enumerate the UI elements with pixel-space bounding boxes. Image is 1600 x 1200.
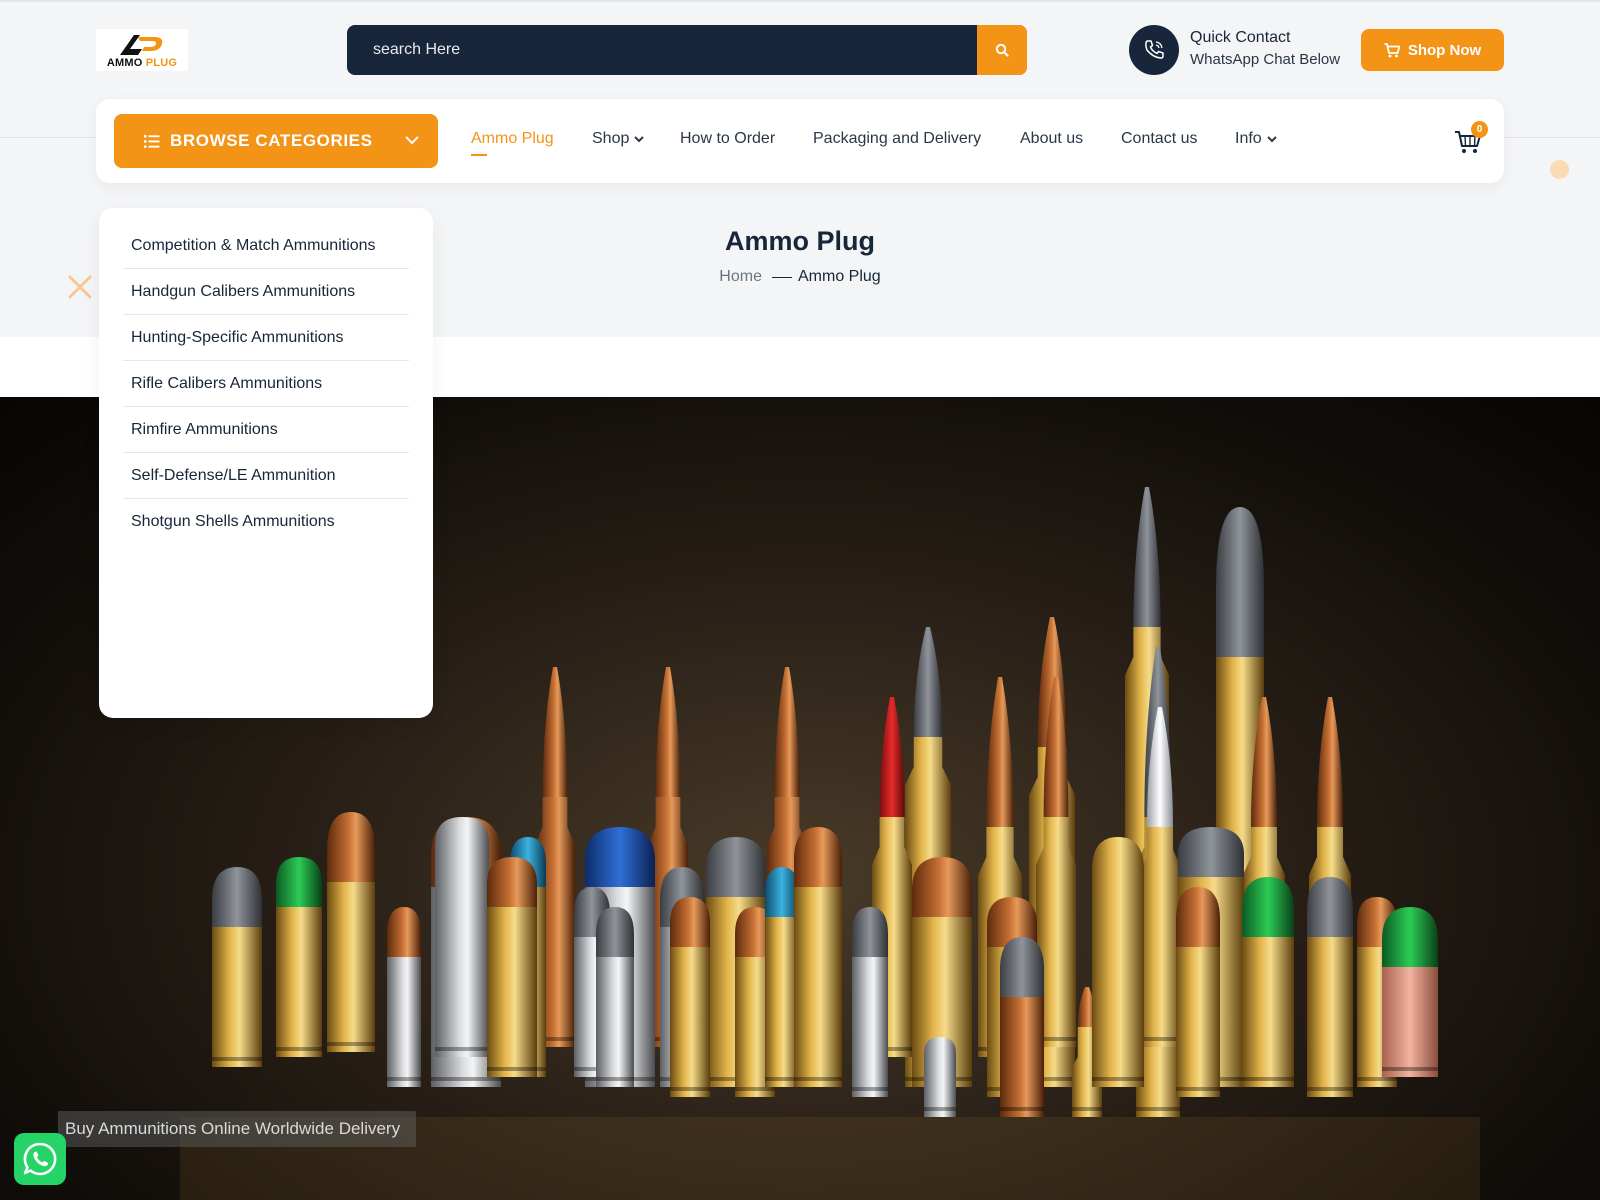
cartridge bbox=[794, 827, 842, 1087]
hero-caption: Buy Ammunitions Online Worldwide Deliver… bbox=[58, 1111, 417, 1147]
category-item[interactable]: Handgun Calibers Ammunitions bbox=[123, 269, 409, 315]
breadcrumb-home-link[interactable]: Home bbox=[719, 268, 762, 286]
nav-ammo-plug[interactable]: Ammo Plug bbox=[471, 130, 554, 156]
search-button[interactable] bbox=[977, 25, 1027, 75]
cartridge bbox=[765, 867, 799, 1087]
nav-label: Packaging and Delivery bbox=[813, 130, 982, 147]
whatsapp-button[interactable] bbox=[14, 1133, 66, 1185]
category-item[interactable]: Rimfire Ammunitions bbox=[123, 407, 409, 453]
search-icon bbox=[995, 43, 1009, 57]
category-item[interactable]: Hunting-Specific Ammunitions bbox=[123, 315, 409, 361]
nav-shop[interactable]: Shop bbox=[592, 130, 645, 148]
whatsapp-icon bbox=[23, 1142, 57, 1176]
quick-contact-subtitle: WhatsApp Chat Below bbox=[1190, 51, 1341, 68]
cartridge bbox=[212, 867, 262, 1067]
browse-categories-label: BROWSE CATEGORIES bbox=[170, 131, 373, 150]
site-logo[interactable]: AMMO PLUG bbox=[96, 29, 188, 71]
cartridge bbox=[276, 857, 322, 1057]
category-item[interactable]: Shotgun Shells Ammunitions bbox=[123, 499, 409, 545]
main-navbar: BROWSE CATEGORIES Ammo Plug Shop How to … bbox=[96, 99, 1504, 183]
nav-packaging-delivery[interactable]: Packaging and Delivery bbox=[813, 130, 981, 148]
chevron-down-icon bbox=[405, 136, 419, 145]
cartridge bbox=[387, 907, 421, 1087]
top-border bbox=[0, 0, 1600, 2]
logo-word-plug: PLUG bbox=[145, 57, 178, 69]
cart-count-badge: 0 bbox=[1471, 121, 1488, 138]
quick-contact-button[interactable] bbox=[1129, 25, 1179, 75]
decorative-dot bbox=[1550, 160, 1569, 179]
search-bar bbox=[347, 25, 1027, 75]
chevron-down-icon bbox=[634, 136, 645, 143]
chevron-down-icon bbox=[1266, 136, 1277, 143]
breadcrumb-current: Ammo Plug bbox=[797, 268, 881, 285]
cartridge bbox=[327, 812, 375, 1052]
categories-dropdown: Competition & Match Ammunitions Handgun … bbox=[99, 208, 433, 718]
cartridge bbox=[1000, 937, 1044, 1117]
cart-icon bbox=[1384, 42, 1400, 57]
nav-contact-us[interactable]: Contact us bbox=[1121, 130, 1197, 148]
quick-contact-title: Quick Contact bbox=[1190, 29, 1291, 46]
category-item[interactable]: Self-Defense/LE Ammunition bbox=[123, 453, 409, 499]
cartridge bbox=[1382, 907, 1438, 1077]
category-item[interactable]: Rifle Calibers Ammunitions bbox=[123, 361, 409, 407]
browse-categories-button[interactable]: BROWSE CATEGORIES bbox=[114, 114, 438, 168]
cartridge bbox=[1307, 877, 1353, 1097]
shop-now-label: Shop Now bbox=[1407, 41, 1482, 59]
cartridge bbox=[1092, 837, 1144, 1087]
nav-label: Info bbox=[1235, 130, 1262, 147]
phone-icon bbox=[1145, 40, 1164, 59]
cartridge bbox=[1242, 877, 1294, 1087]
breadcrumb-separator bbox=[771, 276, 792, 278]
search-input[interactable] bbox=[347, 25, 977, 75]
shop-now-button[interactable]: Shop Now bbox=[1361, 29, 1504, 71]
cartridge bbox=[670, 897, 710, 1097]
cartridge bbox=[596, 907, 634, 1087]
cartridge bbox=[852, 907, 888, 1097]
cartridge bbox=[435, 817, 489, 1057]
nav-about-us[interactable]: About us bbox=[1020, 130, 1083, 148]
cartridge bbox=[924, 1037, 956, 1117]
nav-label: Shop bbox=[592, 130, 630, 147]
nav-info[interactable]: Info bbox=[1235, 130, 1278, 148]
category-item[interactable]: Competition & Match Ammunitions bbox=[123, 223, 409, 269]
cartridge bbox=[487, 857, 537, 1077]
cartridge bbox=[1176, 887, 1220, 1097]
nav-label: Ammo Plug bbox=[471, 130, 554, 147]
nav-label: About us bbox=[1020, 130, 1084, 147]
nav-label: Contact us bbox=[1121, 130, 1198, 147]
nav-how-to-order[interactable]: How to Order bbox=[680, 130, 775, 148]
list-icon bbox=[144, 134, 160, 148]
logo-word-ammo: AMMO bbox=[106, 57, 143, 69]
nav-label: How to Order bbox=[680, 130, 776, 147]
logo-mark bbox=[120, 35, 163, 55]
